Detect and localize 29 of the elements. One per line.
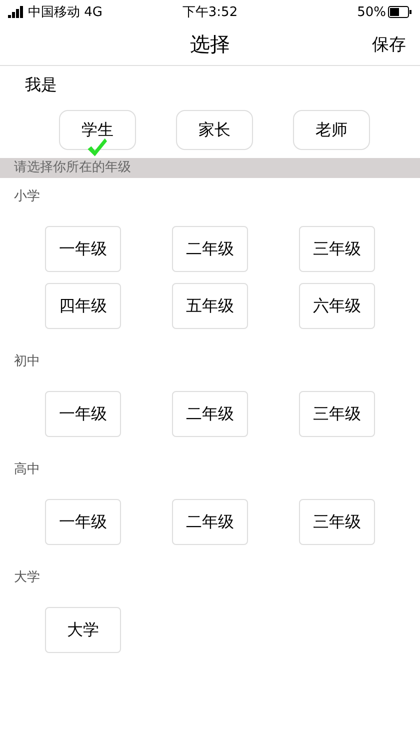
grade-button[interactable]: 六年级: [299, 283, 375, 329]
section-title: 大学: [14, 569, 40, 587]
role-label: 我是: [25, 74, 57, 96]
grade-prompt: 请选择你所在的年级: [0, 158, 420, 178]
grade-button[interactable]: 五年级: [172, 283, 248, 329]
status-time: 下午3:52: [182, 4, 238, 21]
role-option[interactable]: 老师: [293, 110, 370, 150]
battery-icon: [388, 6, 412, 18]
grade-button[interactable]: 一年级: [45, 226, 121, 272]
signal-icon: [8, 6, 24, 18]
grade-button[interactable]: 二年级: [172, 499, 248, 545]
role-option[interactable]: 家长: [176, 110, 253, 150]
grade-button[interactable]: 二年级: [172, 226, 248, 272]
grade-button[interactable]: 大学: [45, 607, 121, 653]
grade-button[interactable]: 一年级: [45, 499, 121, 545]
section-title: 小学: [14, 188, 40, 206]
role-option[interactable]: 学生: [59, 110, 136, 150]
page-title: 选择: [190, 31, 230, 58]
carrier-label: 中国移动 4G: [28, 4, 102, 21]
section-title: 高中: [14, 461, 40, 479]
save-button[interactable]: 保存: [372, 33, 406, 56]
grade-button[interactable]: 四年级: [45, 283, 121, 329]
battery-percent: 50%: [357, 4, 386, 20]
grade-button[interactable]: 三年级: [299, 226, 375, 272]
grade-button[interactable]: 三年级: [299, 499, 375, 545]
grade-button[interactable]: 一年级: [45, 391, 121, 437]
grade-button[interactable]: 三年级: [299, 391, 375, 437]
section-title: 初中: [14, 353, 40, 371]
grade-button[interactable]: 二年级: [172, 391, 248, 437]
